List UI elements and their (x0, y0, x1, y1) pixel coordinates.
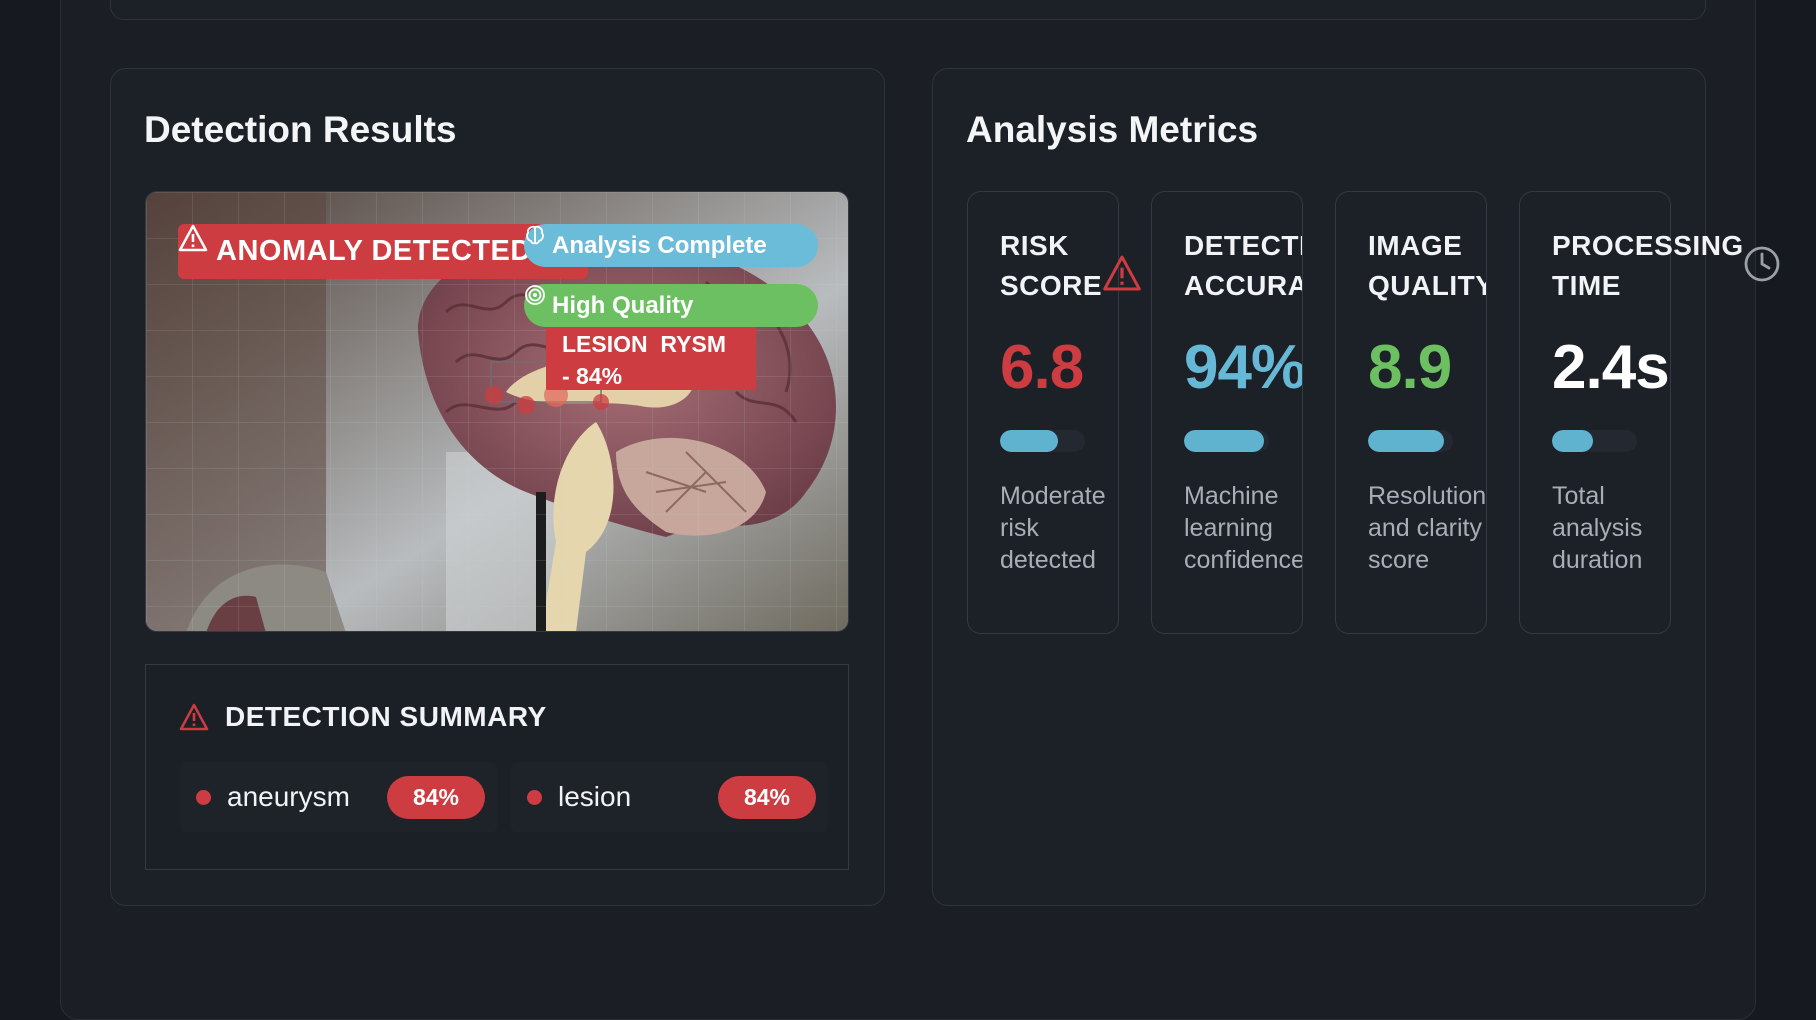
status-dot (196, 789, 211, 805)
metric-description: Moderate risk detected (1000, 482, 1106, 574)
metric-label-line: ACCURACY (1184, 270, 1302, 301)
clock-icon (1742, 244, 1782, 289)
metric-progress-fill (1368, 430, 1444, 452)
analysis-complete-badge: Analysis Complete (524, 224, 818, 267)
top-card (110, 0, 1706, 20)
metric-progress-bar (1000, 430, 1085, 452)
warning-icon (179, 703, 209, 731)
detection-results-panel: Detection Results ANOMALY DETECTED LESIO… (110, 68, 885, 906)
lesion-label-text: LESION (562, 331, 648, 357)
high-quality-badge: High Quality (524, 284, 818, 327)
status-dot (527, 789, 542, 805)
detection-summary: DETECTION SUMMARY aneurysm 84% lesion 84… (145, 664, 849, 870)
metric-value: 94% (1184, 333, 1303, 402)
summary-title: DETECTION SUMMARY (225, 701, 547, 732)
panel-title: Detection Results (144, 109, 457, 150)
metric-label-line: PROCESSING (1552, 230, 1744, 261)
lesion-label-text-2: RYSM (660, 331, 727, 357)
metric-label-line: QUALITY (1368, 270, 1487, 301)
anomaly-badge-label: ANOMALY DETECTED (216, 235, 532, 267)
confidence-badge: 84% (718, 775, 816, 819)
metric-description: Total analysis duration (1552, 482, 1643, 574)
metric-label-line: DETECTION (1184, 230, 1302, 261)
metric-progress-bar (1368, 430, 1453, 452)
metric-card-image-quality: IMAGE QUALITY 8.9 Resolution and clarity… (1335, 191, 1487, 634)
metric-card-processing-time: PROCESSING TIME 2.4s Total analysis dura… (1519, 191, 1780, 634)
metric-progress-fill (1552, 430, 1593, 452)
metric-progress-bar (1184, 430, 1269, 452)
metric-description: Resolution and clarity score (1368, 482, 1487, 574)
metric-label-line: IMAGE (1368, 230, 1463, 261)
metric-progress-fill (1184, 430, 1264, 452)
metric-label-line: TIME (1552, 270, 1621, 301)
lesion-label-percent: - 84% (562, 363, 623, 389)
finding-name: lesion (558, 781, 632, 812)
metric-label: IMAGE QUALITY (1368, 226, 1487, 306)
summary-header: DETECTION SUMMARY (179, 701, 547, 733)
high-quality-label: High Quality (552, 291, 694, 319)
metric-value: 6.8 (1000, 333, 1084, 402)
metric-description: Machine learning confidence (1184, 482, 1303, 574)
metric-value: 2.4s (1552, 333, 1670, 402)
panel-title: Analysis Metrics (966, 109, 1259, 150)
summary-item-aneurysm[interactable]: aneurysm 84% (180, 762, 497, 832)
metric-label: DETECTION ACCURACY (1184, 226, 1302, 306)
lesion-label: LESION RYSM - 84% (546, 322, 756, 390)
metric-label: PROCESSING TIME (1552, 226, 1772, 306)
analysis-metrics-panel: Analysis Metrics RISK SCORE 6.8 Moderate… (932, 68, 1780, 906)
metric-card-risk-score: RISK SCORE 6.8 Moderate risk detected (967, 191, 1141, 634)
finding-name: aneurysm (227, 781, 350, 812)
confidence-badge: 84% (387, 775, 485, 819)
warning-icon (1102, 254, 1142, 297)
analysis-complete-label: Analysis Complete (552, 231, 767, 259)
scan-image[interactable]: ANOMALY DETECTED LESION RYSM - 84% Analy… (145, 191, 849, 632)
summary-item-lesion[interactable]: lesion 84% (511, 762, 828, 832)
metric-progress-bar (1552, 430, 1637, 452)
metric-value: 8.9 (1368, 333, 1452, 402)
metric-progress-fill (1000, 430, 1058, 452)
metric-card-detection-accuracy: DETECTION ACCURACY 94% Machine learning … (1151, 191, 1303, 634)
